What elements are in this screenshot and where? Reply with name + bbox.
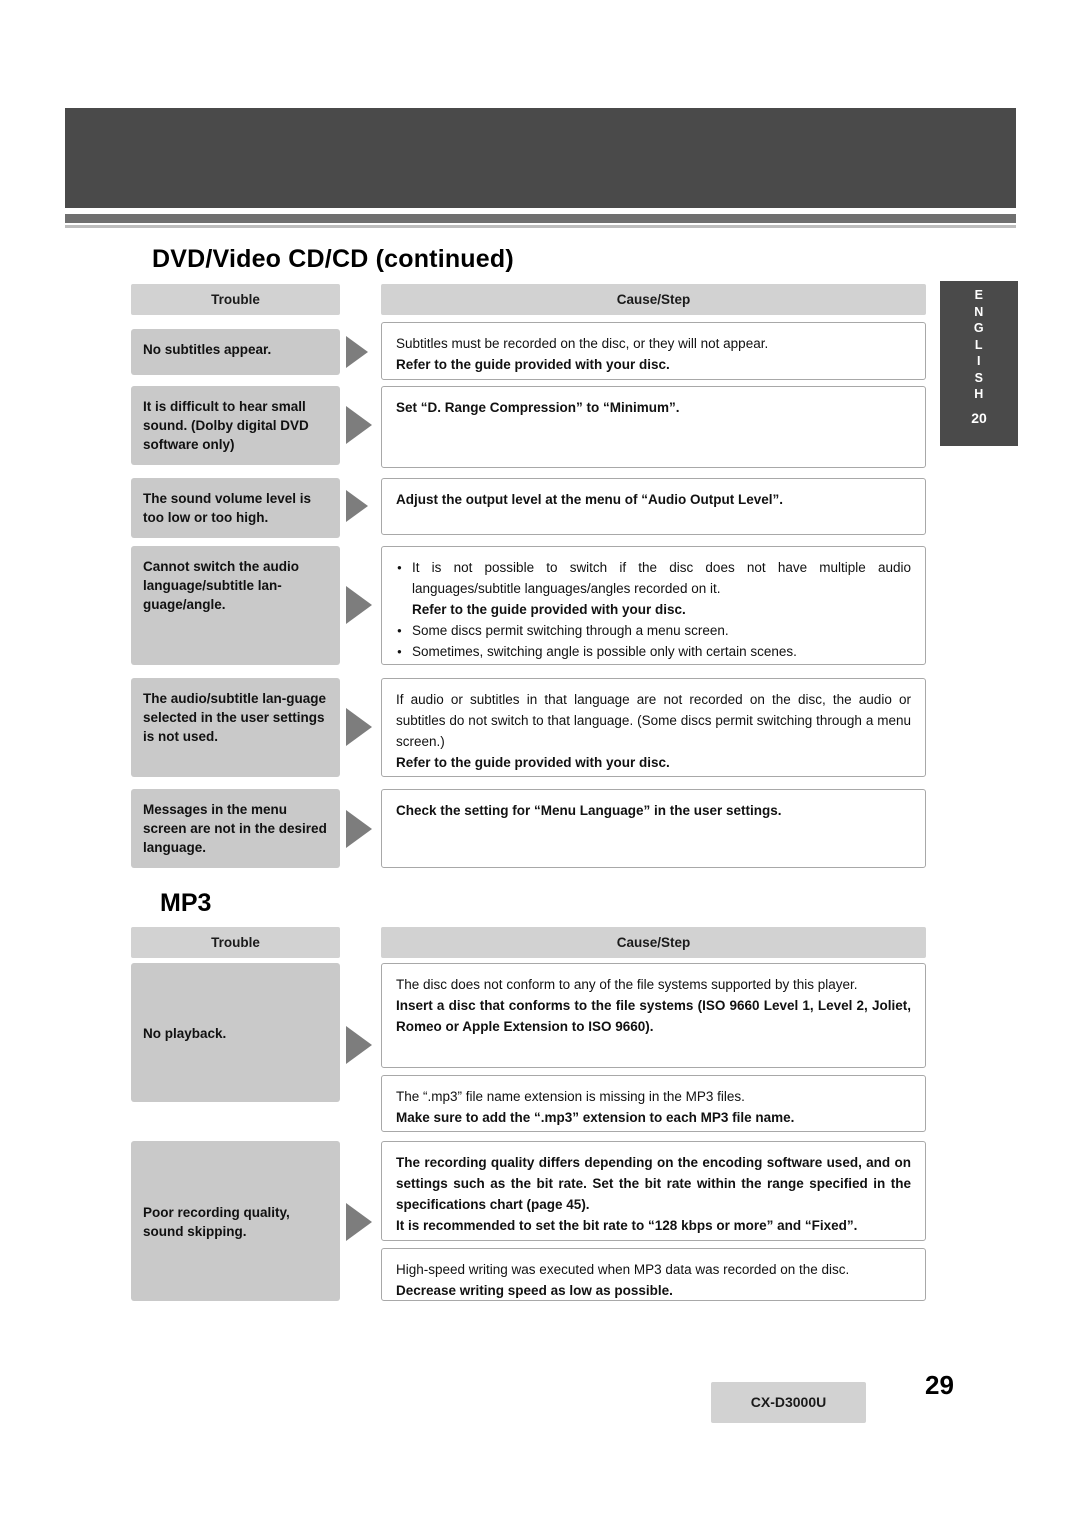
language-side-tab: E N G L I S H 20 bbox=[940, 281, 1018, 446]
cause-line: Refer to the guide provided with your di… bbox=[396, 357, 670, 372]
mp3-cause-2b: High-speed writing was executed when MP3… bbox=[381, 1248, 926, 1301]
dvd-trouble-4: Cannot switch the audio language/subtitl… bbox=[131, 546, 340, 665]
page-title: DVD/Video CD/CD (continued) bbox=[152, 245, 514, 273]
dvd-cause-1: Subtitles must be recorded on the disc, … bbox=[381, 322, 926, 380]
dvd-cause-4: It is not possible to switch if the disc… bbox=[381, 546, 926, 665]
cause-line: It is recommended to set the bit rate to… bbox=[396, 1218, 858, 1233]
dvd-trouble-2: It is difficult to hear small sound. (Do… bbox=[131, 386, 340, 465]
dvd-trouble-5: The audio/subtitle lan-guage selected in… bbox=[131, 678, 340, 777]
mp3-cause-2a: The recording quality differs depending … bbox=[381, 1141, 926, 1241]
cause-line: Some discs permit switching through a me… bbox=[396, 620, 911, 641]
side-tab-letter-n: N bbox=[974, 304, 984, 319]
cause-line: The “.mp3” file name extension is missin… bbox=[396, 1089, 745, 1104]
dvd-cause-5: If audio or subtitles in that language a… bbox=[381, 678, 926, 777]
dvd-header-trouble: Trouble bbox=[131, 284, 340, 315]
side-tab-letter-i: I bbox=[977, 354, 981, 368]
side-tab-letter-s: S bbox=[974, 370, 984, 385]
page-number: 29 bbox=[925, 1370, 954, 1400]
dvd-trouble-1: No subtitles appear. bbox=[131, 329, 340, 375]
cause-line: The recording quality differs depending … bbox=[396, 1155, 911, 1212]
row-arrow-icon bbox=[346, 586, 372, 624]
cause-line: Check the setting for “Menu Language” in… bbox=[396, 803, 782, 818]
header-rule-light bbox=[65, 225, 1016, 228]
row-arrow-icon bbox=[346, 406, 372, 444]
cause-line: Make sure to add the “.mp3” extension to… bbox=[396, 1110, 795, 1125]
cause-line: Refer to the guide provided with your di… bbox=[412, 602, 686, 617]
cause-line: Refer to the guide provided with your di… bbox=[396, 755, 670, 770]
mp3-trouble-1: No playback. bbox=[131, 963, 340, 1102]
side-tab-letter-g: G bbox=[973, 321, 985, 335]
dvd-trouble-6: Messages in the menu screen are not in t… bbox=[131, 789, 340, 868]
model-name-badge: CX-D3000U bbox=[711, 1382, 866, 1423]
mp3-cause-1b: The “.mp3” file name extension is missin… bbox=[381, 1075, 926, 1132]
row-arrow-icon bbox=[346, 708, 372, 746]
row-arrow-icon bbox=[346, 1203, 372, 1241]
mp3-header-trouble: Trouble bbox=[131, 927, 340, 958]
side-tab-letter-h: H bbox=[974, 387, 984, 401]
row-arrow-icon bbox=[346, 810, 372, 848]
row-arrow-icon bbox=[346, 336, 368, 368]
header-rule-dark bbox=[65, 214, 1016, 223]
cause-line: It is not possible to switch if the disc… bbox=[396, 557, 911, 599]
cause-line: Set “D. Range Compression” to “Minimum”. bbox=[396, 400, 680, 415]
mp3-cause-1a: The disc does not conform to any of the … bbox=[381, 963, 926, 1068]
cause-line: If audio or subtitles in that language a… bbox=[396, 692, 911, 749]
side-tab-section-number: 20 bbox=[971, 409, 987, 426]
mp3-section-title: MP3 bbox=[160, 889, 212, 917]
cause-line: Decrease writing speed as low as possibl… bbox=[396, 1283, 673, 1298]
cause-line: Adjust the output level at the menu of “… bbox=[396, 492, 783, 507]
cause-line: Subtitles must be recorded on the disc, … bbox=[396, 336, 769, 351]
dvd-cause-2: Set “D. Range Compression” to “Minimum”. bbox=[381, 386, 926, 468]
dvd-cause-6: Check the setting for “Menu Language” in… bbox=[381, 789, 926, 868]
cause-line: Sometimes, switching angle is possible o… bbox=[396, 641, 911, 662]
side-tab-letter-l: L bbox=[974, 337, 984, 352]
dvd-header-cause: Cause/Step bbox=[381, 284, 926, 315]
cause-line: Insert a disc that conforms to the file … bbox=[396, 998, 911, 1034]
mp3-header-cause: Cause/Step bbox=[381, 927, 926, 958]
dvd-cause-3: Adjust the output level at the menu of “… bbox=[381, 478, 926, 535]
cause-line: High-speed writing was executed when MP3… bbox=[396, 1262, 850, 1277]
side-tab-letter-e: E bbox=[974, 288, 984, 302]
header-banner bbox=[65, 108, 1016, 208]
row-arrow-icon bbox=[346, 1026, 372, 1064]
mp3-trouble-2: Poor recording quality, sound skipping. bbox=[131, 1141, 340, 1301]
row-arrow-icon bbox=[346, 490, 368, 522]
dvd-trouble-3: The sound volume level is too low or too… bbox=[131, 478, 340, 538]
cause-line: The disc does not conform to any of the … bbox=[396, 977, 858, 992]
